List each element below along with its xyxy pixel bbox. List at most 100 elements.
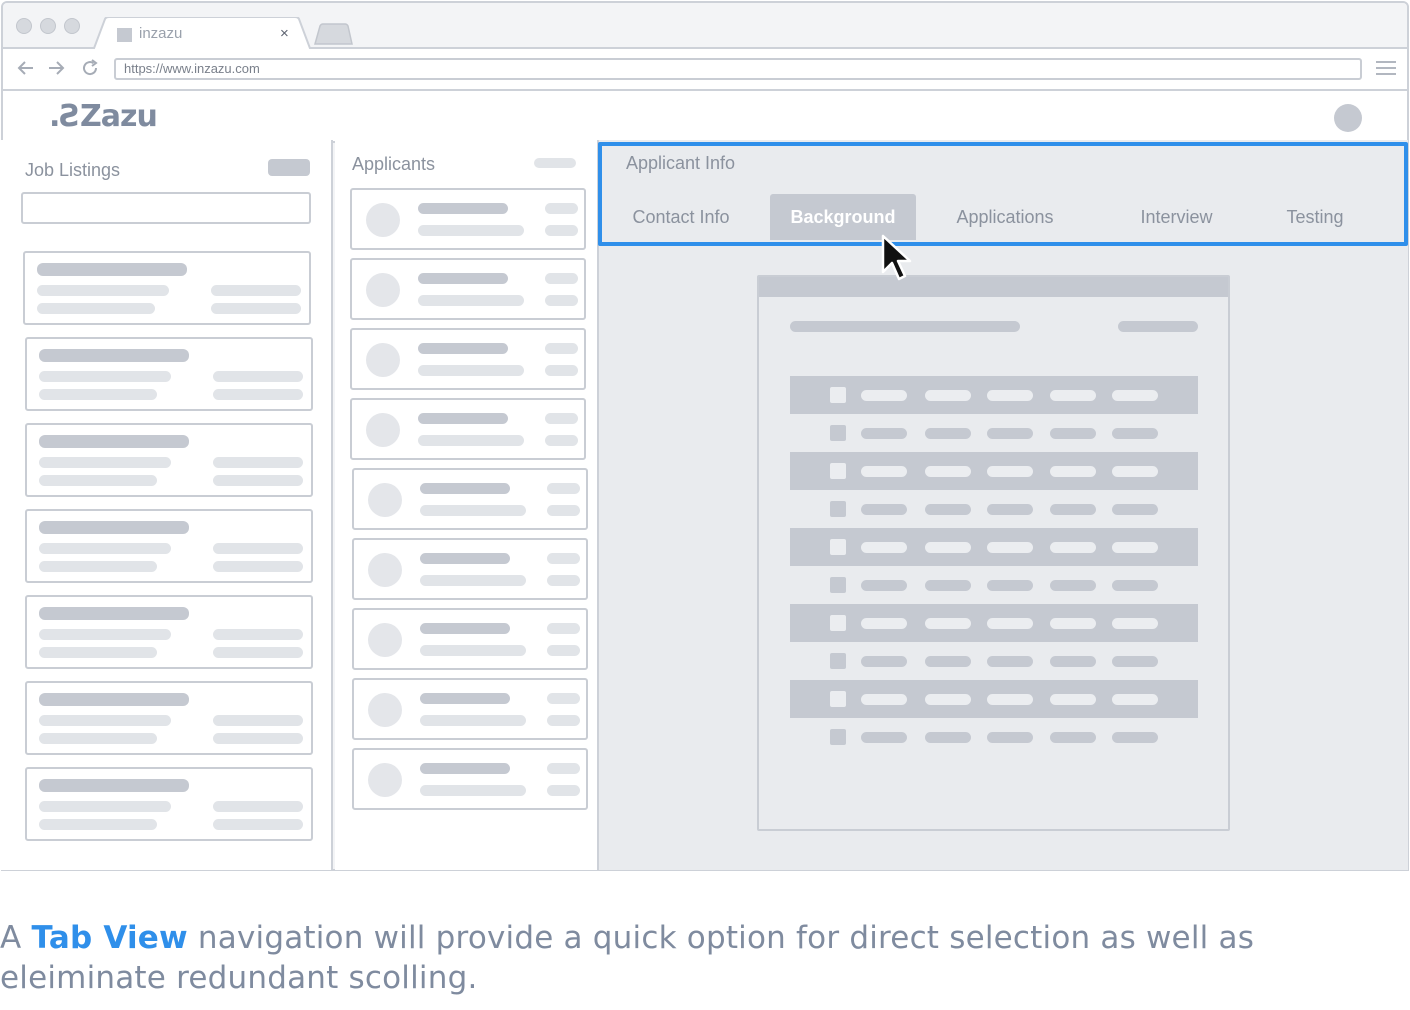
applicant-stat-placeholder: [547, 763, 580, 774]
table-cell-placeholder: [1050, 542, 1096, 553]
applicant-card[interactable]: [350, 258, 586, 320]
window-minimize-dot[interactable]: [40, 18, 56, 34]
job-meta-placeholder: [39, 389, 157, 400]
row-checkbox[interactable]: [830, 387, 846, 403]
job-stat-placeholder: [211, 285, 301, 296]
url-field[interactable]: https://www.inzazu.com: [114, 58, 1362, 80]
job-meta-placeholder: [39, 561, 157, 572]
window-maximize-dot[interactable]: [64, 18, 80, 34]
applicant-card[interactable]: [350, 188, 586, 250]
table-cell-placeholder: [1050, 694, 1096, 705]
table-cell-placeholder: [1050, 390, 1096, 401]
job-card[interactable]: [25, 509, 313, 583]
applicant-meta-placeholder: [420, 785, 526, 796]
table-cell-placeholder: [925, 656, 971, 667]
table-cell-placeholder: [861, 580, 907, 591]
applicant-card[interactable]: [350, 328, 586, 390]
applicant-name-placeholder: [420, 623, 510, 634]
background-content-panel: [757, 275, 1230, 831]
job-listings-title: Job Listings: [25, 160, 121, 180]
applicant-card[interactable]: [352, 608, 588, 670]
row-checkbox[interactable]: [830, 653, 846, 669]
applicant-card[interactable]: [352, 678, 588, 740]
tab-close-icon[interactable]: ×: [280, 25, 289, 42]
table-cell-placeholder: [861, 428, 907, 439]
row-checkbox[interactable]: [830, 615, 846, 631]
favicon-icon: [117, 28, 132, 42]
table-cell-placeholder: [1050, 732, 1096, 743]
job-title-placeholder: [39, 349, 189, 362]
panel-heading-placeholder: [790, 321, 1020, 332]
applicant-stat-placeholder: [547, 693, 580, 704]
table-cell-placeholder: [861, 542, 907, 553]
user-avatar[interactable]: [1334, 104, 1362, 132]
app-logo: .ƧZazu: [49, 99, 158, 134]
browser-tab-active[interactable]: inzazu ×: [93, 17, 311, 51]
job-card[interactable]: [25, 767, 313, 841]
back-arrow-icon[interactable]: [17, 59, 35, 77]
job-meta-placeholder: [39, 457, 171, 468]
job-card[interactable]: [23, 251, 311, 325]
forward-arrow-icon[interactable]: [47, 59, 65, 77]
job-meta-placeholder: [37, 285, 169, 296]
caption-rest: navigation will provide a quick option f…: [0, 920, 1255, 996]
window-close-dot[interactable]: [16, 18, 32, 34]
table-cell-placeholder: [1112, 390, 1158, 401]
job-search-input[interactable]: [21, 192, 311, 224]
table-cell-placeholder: [925, 618, 971, 629]
job-listings-action-button[interactable]: [268, 159, 310, 176]
row-checkbox[interactable]: [830, 425, 846, 441]
table-cell-placeholder: [1050, 656, 1096, 667]
applicant-meta-placeholder: [420, 505, 526, 516]
job-title-placeholder: [37, 263, 187, 276]
applicant-card[interactable]: [350, 398, 586, 460]
table-cell-placeholder: [861, 618, 907, 629]
mouse-cursor-icon: [881, 234, 912, 281]
job-card[interactable]: [25, 337, 313, 411]
applicant-card[interactable]: [352, 538, 588, 600]
row-checkbox[interactable]: [830, 691, 846, 707]
new-tab-icon[interactable]: [313, 23, 353, 45]
table-cell-placeholder: [1112, 732, 1158, 743]
table-cell-placeholder: [987, 580, 1033, 591]
table-cell-placeholder: [1112, 694, 1158, 705]
table-cell-placeholder: [987, 504, 1033, 515]
reload-icon[interactable]: [81, 59, 99, 77]
table-cell-placeholder: [861, 656, 907, 667]
table-cell-placeholder: [861, 390, 907, 401]
applicants-count-placeholder: [534, 158, 576, 168]
row-checkbox[interactable]: [830, 539, 846, 555]
applicant-avatar: [366, 273, 400, 307]
job-stat-placeholder: [213, 647, 303, 658]
row-checkbox[interactable]: [830, 463, 846, 479]
applicant-stat-placeholder: [547, 785, 580, 796]
applicant-card[interactable]: [352, 748, 588, 810]
row-checkbox[interactable]: [830, 577, 846, 593]
applicant-stat-placeholder: [547, 645, 580, 656]
hamburger-menu-icon[interactable]: [1376, 61, 1396, 77]
job-card[interactable]: [25, 681, 313, 755]
row-checkbox[interactable]: [830, 501, 846, 517]
table-cell-placeholder: [1112, 618, 1158, 629]
table-cell-placeholder: [1050, 504, 1096, 515]
job-meta-placeholder: [39, 629, 171, 640]
panel-meta-placeholder: [1118, 321, 1198, 332]
job-stat-placeholder: [213, 475, 303, 486]
job-card[interactable]: [25, 595, 313, 669]
job-meta-placeholder: [39, 733, 157, 744]
app-header: .ƧZazu: [3, 91, 1407, 143]
applicant-stat-placeholder: [547, 715, 580, 726]
table-cell-placeholder: [987, 732, 1033, 743]
table-cell-placeholder: [925, 504, 971, 515]
applicant-avatar: [368, 623, 402, 657]
applicant-card[interactable]: [352, 468, 588, 530]
applicant-meta-placeholder: [420, 715, 526, 726]
job-meta-placeholder: [39, 819, 157, 830]
row-checkbox[interactable]: [830, 729, 846, 745]
job-card[interactable]: [25, 423, 313, 497]
job-stat-placeholder: [213, 801, 303, 812]
table-cell-placeholder: [861, 466, 907, 477]
applicant-name-placeholder: [418, 273, 508, 284]
job-stat-placeholder: [213, 733, 303, 744]
table-cell-placeholder: [1112, 466, 1158, 477]
